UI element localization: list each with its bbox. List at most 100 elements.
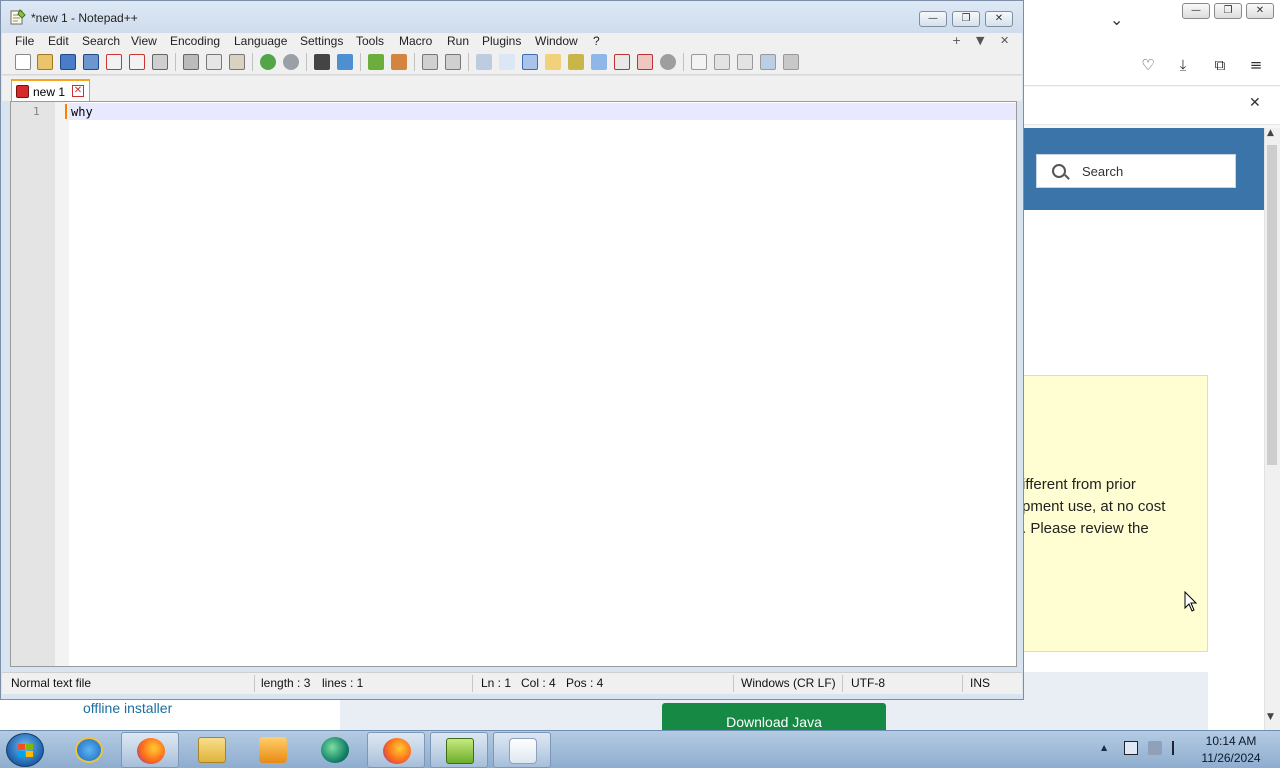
document-tab-bar: new 1 ✕ xyxy=(2,76,1022,101)
open-file-icon[interactable] xyxy=(37,54,53,70)
notification-close-icon[interactable]: ✕ xyxy=(1249,95,1261,111)
save-macro-icon[interactable] xyxy=(783,54,799,70)
notepad-plus-plus-icon xyxy=(446,738,474,764)
action-center-flag-icon[interactable] xyxy=(1172,741,1186,755)
volume-muted-icon[interactable] xyxy=(1148,741,1162,755)
indent-guide-icon[interactable] xyxy=(522,54,538,70)
menu-help[interactable]: ? xyxy=(593,33,600,49)
menu-encoding[interactable]: Encoding xyxy=(170,33,220,49)
internet-explorer-icon xyxy=(75,737,103,763)
taskbar-file-explorer[interactable] xyxy=(183,732,241,768)
sync-horizontal-icon[interactable] xyxy=(445,54,461,70)
play-macro-icon[interactable] xyxy=(737,54,753,70)
menu-search[interactable]: Search xyxy=(82,33,120,49)
undo-icon[interactable] xyxy=(260,54,276,70)
close-tab-icon[interactable]: ✕ xyxy=(1000,33,1009,49)
function-list-icon[interactable] xyxy=(568,54,584,70)
replace-icon[interactable] xyxy=(337,54,353,70)
download-java-button[interactable]: Download Java xyxy=(662,703,886,730)
taskbar-java[interactable] xyxy=(493,732,551,768)
close-file-icon[interactable] xyxy=(106,54,122,70)
close-button[interactable]: ✕ xyxy=(985,11,1013,27)
status-lines: lines : 1 xyxy=(322,676,364,690)
taskbar-internet-explorer[interactable] xyxy=(60,732,118,768)
menu-icon[interactable]: ≡ xyxy=(1245,54,1267,76)
menu-tools[interactable]: Tools xyxy=(356,33,384,49)
tab-list-dropdown-icon[interactable]: ▼ xyxy=(976,33,984,49)
start-button[interactable] xyxy=(6,733,44,767)
tab-list-chevron-icon[interactable]: ⌄ xyxy=(1110,10,1123,29)
scrollbar-thumb[interactable] xyxy=(1267,145,1277,465)
save-all-icon[interactable] xyxy=(83,54,99,70)
sync-vertical-icon[interactable] xyxy=(422,54,438,70)
tab-new-1[interactable]: new 1 ✕ xyxy=(11,79,90,101)
download-icon[interactable]: ⤓ xyxy=(1172,54,1194,76)
new-file-icon[interactable] xyxy=(15,54,31,70)
monitoring-icon[interactable] xyxy=(637,54,653,70)
show-all-characters-icon[interactable] xyxy=(499,54,515,70)
extensions-icon[interactable]: ⧉ xyxy=(1209,54,1231,76)
content-panel xyxy=(1020,672,1208,730)
scroll-up-arrow-icon[interactable]: ▲ xyxy=(1267,128,1274,138)
menu-settings[interactable]: Settings xyxy=(300,33,343,49)
menu-plugins[interactable]: Plugins xyxy=(482,33,521,49)
windows-logo-icon xyxy=(18,744,33,757)
status-separator xyxy=(962,675,963,692)
taskbar-notepad-plus-plus[interactable] xyxy=(430,732,488,768)
word-wrap-icon[interactable] xyxy=(476,54,492,70)
print-icon[interactable] xyxy=(152,54,168,70)
zoom-in-icon[interactable] xyxy=(368,54,384,70)
stop-macro-icon[interactable] xyxy=(714,54,730,70)
status-eol: Windows (CR LF) xyxy=(741,676,836,690)
menu-language[interactable]: Language xyxy=(234,33,287,49)
redo-icon[interactable] xyxy=(283,54,299,70)
toolbar-separator xyxy=(683,53,684,71)
menu-file[interactable]: File xyxy=(15,33,34,49)
menu-macro[interactable]: Macro xyxy=(399,33,432,49)
find-icon[interactable] xyxy=(314,54,330,70)
folder-as-workspace-icon[interactable] xyxy=(614,54,630,70)
status-insert-mode: INS xyxy=(970,676,991,690)
taskbar-firefox-2[interactable] xyxy=(367,732,425,768)
run-macro-multiple-icon[interactable] xyxy=(760,54,776,70)
clock-time[interactable]: 10:14 AM xyxy=(1196,734,1266,748)
minimize-button[interactable]: — xyxy=(919,11,947,27)
language-style-icon[interactable] xyxy=(545,54,561,70)
window-titlebar[interactable] xyxy=(1,1,1023,33)
paste-icon[interactable] xyxy=(229,54,245,70)
toolbar-separator xyxy=(360,53,361,71)
doc-switcher-icon[interactable] xyxy=(660,54,676,70)
cut-icon[interactable] xyxy=(183,54,199,70)
taskbar-firefox-1[interactable] xyxy=(121,732,179,768)
network-icon[interactable] xyxy=(1124,741,1138,755)
search-placeholder: Search xyxy=(1082,164,1124,179)
document-map-icon[interactable] xyxy=(591,54,607,70)
menu-window[interactable]: Window xyxy=(535,33,578,49)
record-macro-icon[interactable] xyxy=(691,54,707,70)
save-icon[interactable] xyxy=(60,54,76,70)
menu-view[interactable]: View xyxy=(131,33,157,49)
status-separator xyxy=(733,675,734,692)
show-hidden-icons-icon[interactable]: ▲ xyxy=(1101,743,1107,752)
browser-close-button[interactable]: ✕ xyxy=(1246,3,1274,19)
browser-restore-button[interactable]: ❐ xyxy=(1214,3,1242,19)
taskbar-app-green[interactable] xyxy=(306,732,364,768)
new-tab-plus-icon[interactable]: + xyxy=(952,33,961,49)
pocket-icon[interactable]: ♡ xyxy=(1137,54,1159,76)
code-line[interactable]: why xyxy=(71,105,93,119)
close-all-icon[interactable] xyxy=(129,54,145,70)
offline-installer-link[interactable]: offline installer xyxy=(83,700,172,716)
clock-date[interactable]: 11/26/2024 xyxy=(1196,751,1266,765)
scroll-down-arrow-icon[interactable]: ▼ xyxy=(1267,712,1274,722)
site-search-input[interactable] xyxy=(1036,154,1236,188)
zoom-out-icon[interactable] xyxy=(391,54,407,70)
menu-edit[interactable]: Edit xyxy=(48,33,69,49)
editor-area[interactable]: 1 why xyxy=(10,101,1017,667)
copy-icon[interactable] xyxy=(206,54,222,70)
tab-close-icon[interactable]: ✕ xyxy=(72,85,84,97)
maximize-button[interactable]: ❐ xyxy=(952,11,980,27)
taskbar-media-player[interactable] xyxy=(244,732,302,768)
menu-run[interactable]: Run xyxy=(447,33,469,49)
browser-minimize-button[interactable]: — xyxy=(1182,3,1210,19)
toolbar xyxy=(2,49,1022,75)
